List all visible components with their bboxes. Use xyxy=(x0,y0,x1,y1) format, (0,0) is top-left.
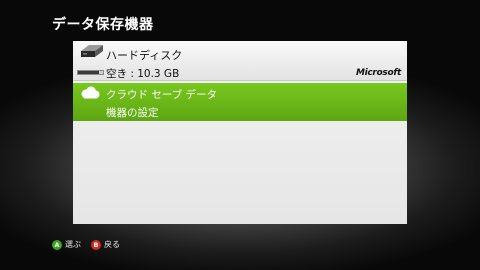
back-label: 戻る xyxy=(104,240,120,249)
storage-panel: ハードディスク 空き : 10.3 GB Microsoft クラウド セーブ … xyxy=(73,41,407,224)
page-title: データ保存機器 xyxy=(52,17,154,33)
b-button-icon: B xyxy=(91,239,101,250)
hard-drive-icon xyxy=(81,45,103,57)
cloud-saved-games-label: クラウド セーブ データ xyxy=(106,89,218,101)
free-space-label: 空き : 10.3 GB xyxy=(106,68,180,80)
microsoft-logo: Microsoft xyxy=(355,68,401,78)
screen: データ保存機器 ハードディスク 空き : 10.3 GB Microsoft ク… xyxy=(0,0,480,270)
select-label: 選ぶ xyxy=(65,240,81,249)
free-space-bar xyxy=(77,70,104,75)
button-legend: A 選ぶ B 戻る xyxy=(52,239,130,250)
cloud-saved-games-item[interactable]: クラウド セーブ データ 機器の設定 xyxy=(73,83,407,121)
cloud-icon xyxy=(81,86,100,99)
a-button-icon: A xyxy=(52,239,62,250)
configure-device-label[interactable]: 機器の設定 xyxy=(106,105,159,120)
device-name: ハードディスク xyxy=(106,49,183,62)
hard-drive-item[interactable]: ハードディスク 空き : 10.3 GB Microsoft xyxy=(73,41,407,81)
used-space-fill xyxy=(78,71,100,74)
